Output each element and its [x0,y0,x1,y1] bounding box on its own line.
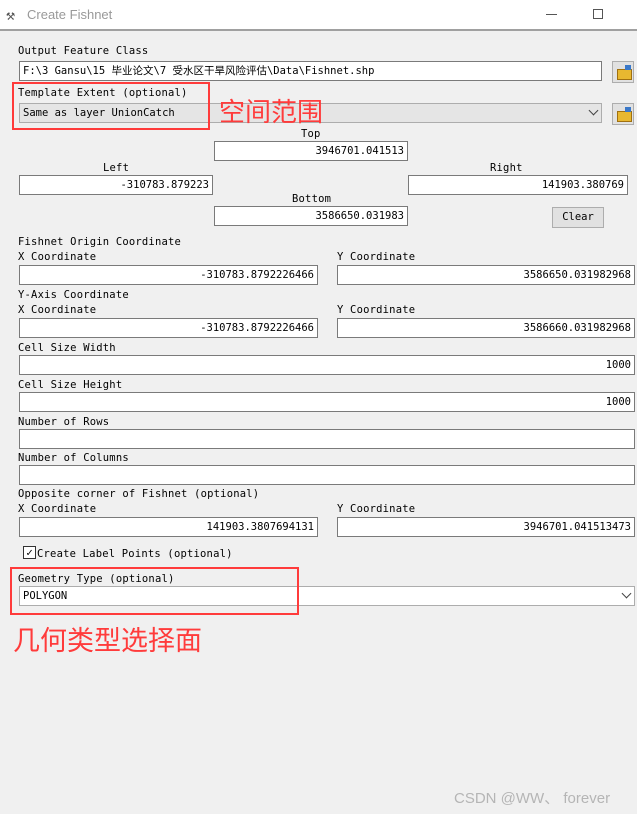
browse-template-folder-icon[interactable] [612,103,634,125]
bottom-label: Bottom [292,193,332,205]
bottom-input[interactable]: 3586650.031983 [214,206,408,226]
rows-input[interactable] [19,429,635,449]
top-input[interactable]: 3946701.041513 [214,141,408,161]
origin-y-label: Y Coordinate [337,251,416,263]
annotation-extent-note: 空间范围 [219,98,324,128]
yaxis-x-input[interactable]: -310783.8792226466 [19,318,318,338]
browse-output-folder-icon[interactable] [612,61,634,83]
origin-y-input[interactable]: 3586650.031982968 [337,265,635,285]
annotation-geometry-note: 几何类型选择面 [13,626,202,657]
label-points-checkbox[interactable]: ✓ [23,546,36,559]
maximize-button[interactable] [593,9,603,19]
cell-height-input[interactable]: 1000 [19,392,635,412]
left-input[interactable]: -310783.879223 [19,175,213,195]
opposite-x-input[interactable]: 141903.3807694131 [19,517,318,537]
minimize-button[interactable] [546,14,557,15]
columns-input[interactable] [19,465,635,485]
clear-button[interactable]: Clear [552,207,604,228]
left-label: Left [103,162,130,174]
origin-x-input[interactable]: -310783.8792226466 [19,265,318,285]
annotation-box-extent [12,82,210,130]
chevron-down-icon [621,588,632,599]
hammer-icon: ⚒ [6,6,16,24]
top-label: Top [301,128,321,140]
checkmark-icon: ✓ [26,546,33,559]
origin-x-label: X Coordinate [18,251,97,263]
yaxis-label: Y-Axis Coordinate [18,289,129,301]
yaxis-y-input[interactable]: 3586660.031982968 [337,318,635,338]
watermark: CSDN @WW、 forever [454,790,611,807]
right-input[interactable]: 141903.380769 [408,175,628,195]
annotation-box-geometry [10,567,299,615]
chevron-down-icon [588,105,599,116]
columns-label: Number of Columns [18,452,129,464]
output-label: Output Feature Class [18,45,149,57]
rows-label: Number of Rows [18,416,110,428]
right-label: Right [490,162,523,174]
opposite-x-label: X Coordinate [18,503,97,515]
opposite-y-label: Y Coordinate [337,503,416,515]
opposite-label: Opposite corner of Fishnet (optional) [18,488,260,500]
title-bar: ⚒ Create Fishnet [0,0,637,31]
origin-label: Fishnet Origin Coordinate [18,236,182,248]
label-points-label: Create Label Points (optional) [37,548,233,560]
cell-width-label: Cell Size Width [18,342,116,354]
opposite-y-input[interactable]: 3946701.041513473 [337,517,635,537]
yaxis-x-label: X Coordinate [18,304,97,316]
cell-width-input[interactable]: 1000 [19,355,635,375]
yaxis-y-label: Y Coordinate [337,304,416,316]
cell-height-label: Cell Size Height [18,379,123,391]
window-title: Create Fishnet [27,7,113,22]
output-feature-class-input[interactable]: F:\3 Gansu\15 毕业论文\7 受水区干旱风险评估\Data\Fish… [19,61,602,81]
